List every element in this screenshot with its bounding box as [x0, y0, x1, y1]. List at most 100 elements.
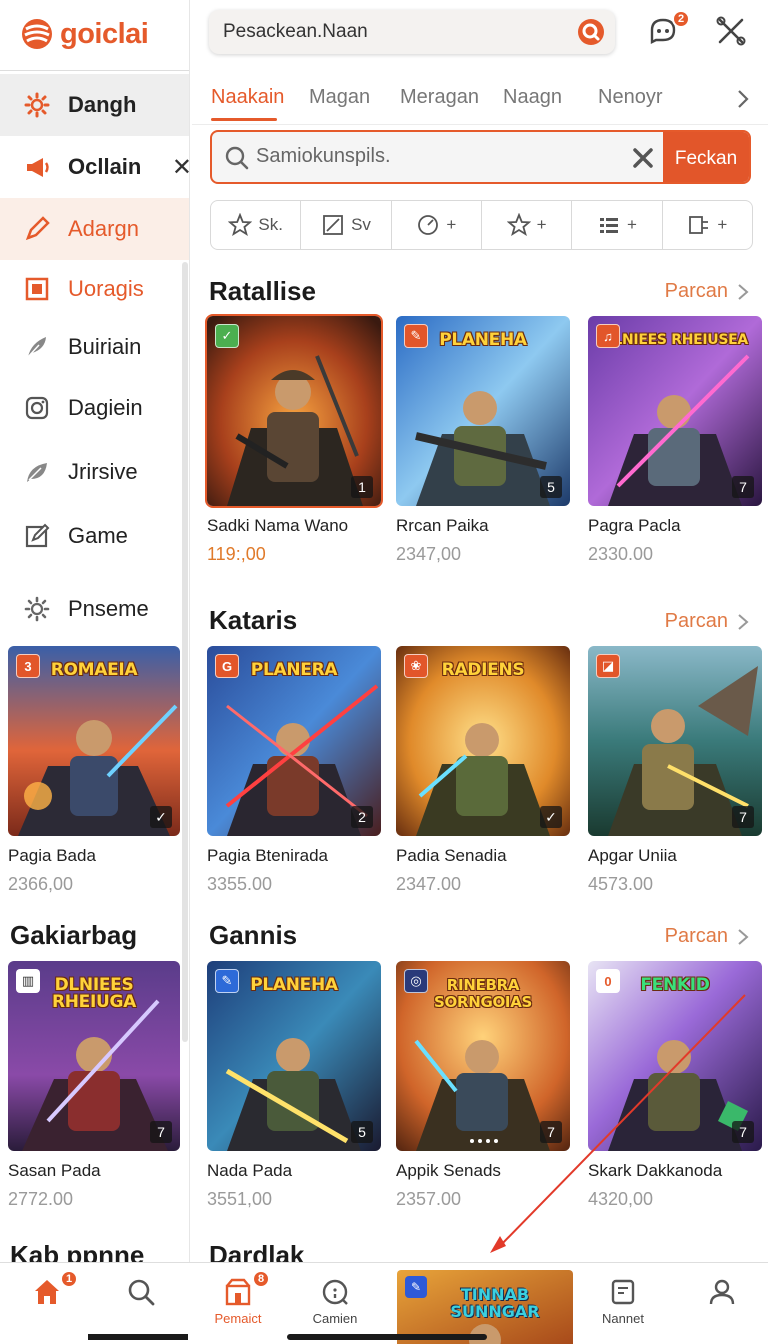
- game-price: 4573.00: [588, 874, 654, 894]
- game-thumbnail: ◪ 7: [588, 646, 762, 836]
- gesture-bar-left: [88, 1334, 188, 1340]
- drawer-item-jrirsive[interactable]: Jrirsive: [0, 441, 189, 503]
- game-card[interactable]: ROMAEIA 3 ✓ Pagia Bada 2366,00: [8, 646, 182, 895]
- chip-list[interactable]: +: [572, 201, 663, 249]
- tabs-divider: [192, 124, 768, 125]
- nav-home[interactable]: [2, 1263, 92, 1344]
- game-art-title: DLNIEES RHEIUSEA: [602, 332, 748, 348]
- game-card[interactable]: PLANEHA ✎ 5 Nada Pada 3551,00: [207, 961, 381, 1210]
- category-badge-icon: G: [215, 654, 239, 678]
- section-title: Gakiarbag: [10, 920, 138, 950]
- game-price: 2330.00: [588, 544, 654, 564]
- drawer-item-dangh[interactable]: Dangh: [0, 74, 189, 136]
- game-art-title: RINEBRA SORNGOIAS: [433, 976, 532, 1011]
- home-badge: 1: [60, 1270, 78, 1288]
- drawer-item-adargn[interactable]: Adargn: [0, 198, 189, 260]
- drawer-item-uoragis[interactable]: Uoragis: [0, 258, 189, 320]
- game-name: Sasan Pada: [8, 1161, 101, 1180]
- tab-magan[interactable]: Magan: [309, 86, 370, 109]
- star-outline-icon: [506, 213, 531, 237]
- drawer-item-label: Buiriain: [68, 334, 142, 359]
- chip-sort[interactable]: +: [663, 201, 752, 249]
- section-title: Ratallise: [209, 276, 316, 306]
- section-more-link[interactable]: Parcan: [665, 610, 750, 633]
- game-card[interactable]: PLANERA G 2 Pagia Btenirada 3355.00: [207, 646, 381, 895]
- game-card[interactable]: ✓ 1 Sadki Nama Wano 119:,00: [205, 314, 383, 565]
- category-badge-icon: ✎: [405, 1276, 427, 1298]
- search-icon[interactable]: [577, 18, 605, 46]
- category-badge-icon: ◪: [596, 654, 620, 678]
- game-art-title: FENKID: [640, 975, 710, 995]
- drawer-item-game[interactable]: Game: [0, 505, 189, 567]
- gauge-icon: [418, 215, 439, 235]
- section-more-link[interactable]: Parcan: [665, 925, 750, 948]
- filter-search-bar[interactable]: Feckan: [210, 130, 751, 184]
- global-search-bar[interactable]: [209, 10, 615, 54]
- tab-naagn[interactable]: Naagn: [503, 86, 562, 109]
- game-price: 2357.00: [396, 1189, 462, 1209]
- tab-nenoyr[interactable]: Nenoyr: [598, 86, 662, 109]
- nav-search[interactable]: [96, 1263, 186, 1344]
- shop-icon: [225, 1278, 251, 1306]
- tools-icon[interactable]: [714, 14, 748, 48]
- chip-chart[interactable]: Sv: [301, 201, 392, 249]
- gear-icon: [22, 594, 52, 624]
- tab-meragan[interactable]: Meragan: [400, 86, 479, 109]
- tab-naakain[interactable]: Naakain: [211, 86, 284, 109]
- category-badge-icon: ✎: [215, 969, 239, 993]
- nav-explore[interactable]: Camien: [290, 1263, 380, 1344]
- document-icon: [611, 1279, 635, 1305]
- home-indicator[interactable]: [287, 1334, 487, 1340]
- game-name: Pagia Bada: [8, 846, 96, 865]
- chip-favorite[interactable]: +: [482, 201, 573, 249]
- logo-text: goiclai: [60, 17, 149, 50]
- game-card[interactable]: PLANEHA ✎ 5 Rrcan Paika 2347,00: [396, 316, 570, 565]
- section-title: Gannis: [209, 920, 298, 950]
- category-badge-icon: ✓: [215, 324, 239, 348]
- drawer-item-ocllain[interactable]: Ocllain ✕: [0, 136, 189, 198]
- game-card[interactable]: RADIENS ❀ ✓ Padia Senadia 2347.00: [396, 646, 570, 895]
- game-price: 3551,00: [207, 1189, 273, 1209]
- logo-icon: [22, 19, 52, 49]
- drawer-item-pnseme[interactable]: Pnseme: [0, 578, 189, 640]
- section-title-partial: Kab ppnne: [10, 1240, 145, 1262]
- filter-search-input[interactable]: [256, 145, 616, 168]
- game-price: 4320,00: [588, 1189, 654, 1209]
- chevron-right-icon[interactable]: [732, 88, 754, 110]
- game-thumbnail: PLANEHA ✎ 5: [396, 316, 570, 506]
- game-card[interactable]: RINEBRA SORNGOIAS ◎ 7 Appik Senads 2357.…: [396, 961, 570, 1210]
- game-thumbnail: PLANEHA ✎ 5: [207, 961, 381, 1151]
- chip-gauge[interactable]: +: [392, 201, 482, 249]
- search-icon: [225, 146, 249, 170]
- game-card[interactable]: FENKID 0 7 Skark Dakkanoda 4320,00: [588, 961, 762, 1210]
- close-icon[interactable]: ✕: [172, 153, 189, 182]
- bottom-navigation: 1 Pemaict 8 Camien Nannet: [0, 1262, 768, 1344]
- game-card[interactable]: DLNIEES RHEIUGA ▥ 7 Sasan Pada 2772.00: [8, 961, 182, 1210]
- category-badge-icon: ♫: [596, 324, 620, 348]
- nav-document[interactable]: Nannet: [578, 1263, 668, 1344]
- chip-label: +: [536, 215, 547, 234]
- app-logo[interactable]: goiclai: [20, 14, 149, 54]
- home-icon: [35, 1280, 59, 1304]
- game-price: 2347.00: [396, 874, 462, 894]
- global-search-input[interactable]: [223, 21, 563, 43]
- category-badge-icon: ✎: [404, 324, 428, 348]
- drawer-item-dagiein[interactable]: Dagiein: [0, 377, 189, 439]
- category-badge-icon: 3: [16, 654, 40, 678]
- section-more-link[interactable]: Parcan: [665, 280, 750, 303]
- nav-profile[interactable]: [677, 1263, 767, 1344]
- drawer-scrollbar[interactable]: [182, 262, 188, 1042]
- chip-star[interactable]: Sk.: [211, 201, 302, 249]
- drawer-item-buiriain[interactable]: Buiriain: [0, 316, 189, 378]
- game-price: 119:,00: [207, 544, 266, 564]
- game-name: Skark Dakkanoda: [588, 1161, 723, 1180]
- game-art-title: PLANEHA: [250, 975, 338, 995]
- clear-icon[interactable]: [632, 147, 654, 169]
- shop-badge: 8: [252, 1270, 270, 1288]
- promo-thumbnail[interactable]: ✎ TINNAB SUNNGAR: [397, 1270, 573, 1344]
- game-card[interactable]: ◪ 7 Apgar Uniia 4573.00: [588, 646, 762, 895]
- filter-search-button[interactable]: Feckan: [663, 132, 749, 182]
- drawer-item-label: Adargn: [68, 216, 139, 241]
- game-card[interactable]: DLNIEES RHEIUSEA ♫ 7 Pagra Pacla 2330.00: [588, 316, 762, 565]
- game-name: Pagia Btenirada: [207, 846, 328, 865]
